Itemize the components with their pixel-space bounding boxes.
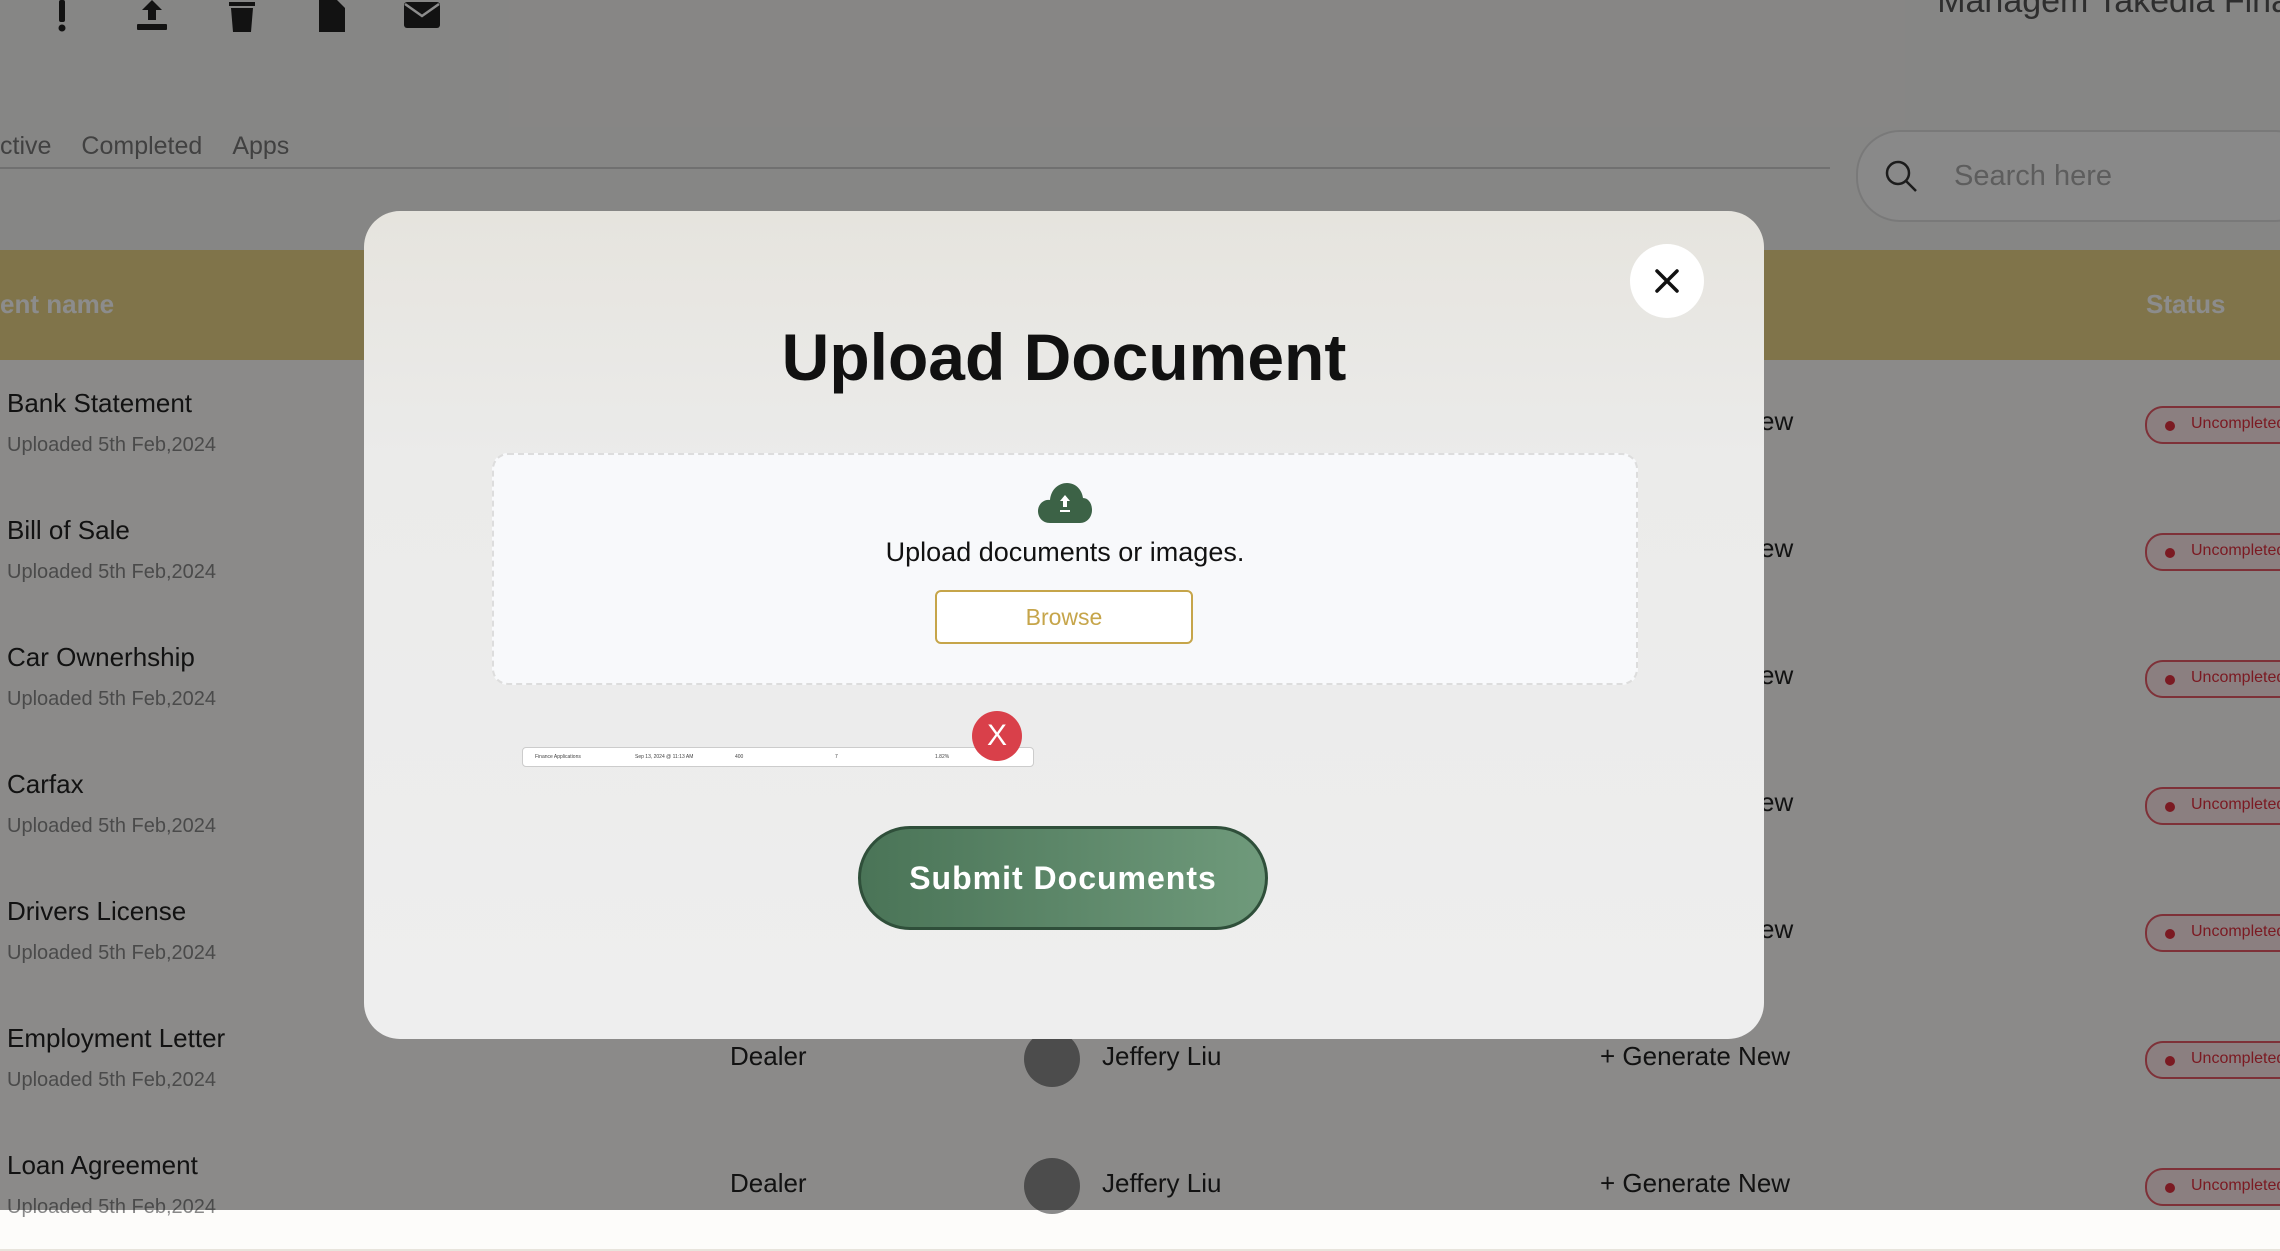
preview-cell: Sep 13, 2024 @ 11:13 AM — [635, 754, 694, 760]
cloud-upload-icon — [1038, 483, 1092, 523]
modal-title: Upload Document — [781, 320, 1347, 394]
remove-file-button[interactable]: X — [972, 711, 1022, 761]
preview-cell: Finance Applications — [535, 754, 581, 760]
browse-button[interactable]: Browse — [935, 590, 1193, 644]
preview-cell: 400 — [735, 754, 744, 760]
file-dropzone[interactable]: Upload documents or images. Browse — [492, 453, 1638, 685]
preview-cell: 1.82% — [935, 754, 950, 760]
close-button[interactable] — [1630, 244, 1704, 318]
close-icon — [1655, 269, 1679, 293]
preview-cell: 7 — [835, 754, 838, 760]
submit-documents-button[interactable]: Submit Documents — [858, 826, 1268, 930]
upload-modal: Upload Document Upload documents or imag… — [364, 211, 1764, 1039]
dropzone-instructions: Upload documents or images. — [885, 537, 1245, 567]
uploaded-file-preview: Finance Applications Sep 13, 2024 @ 11:1… — [522, 747, 1034, 767]
